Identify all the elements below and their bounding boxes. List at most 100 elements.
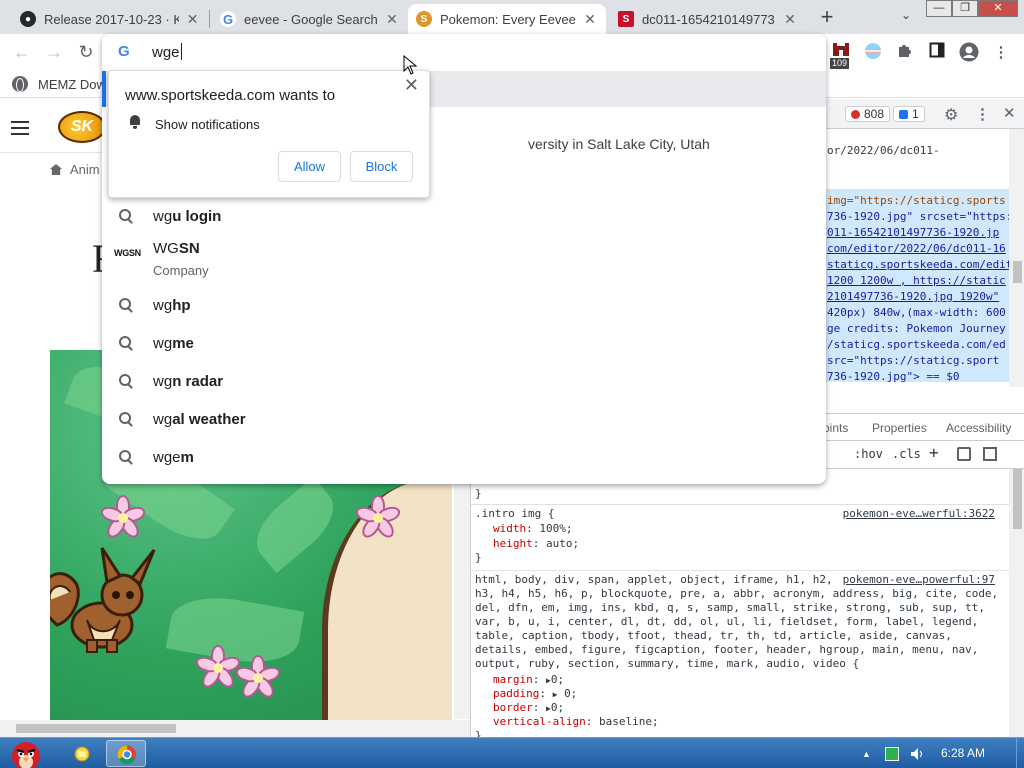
property-name[interactable]: margin [493,673,533,686]
rule-selector[interactable]: html, body, div, span, applet, object, i… [475,573,833,586]
suggestion-item[interactable]: wgal weather [102,400,826,438]
scrollbar-thumb[interactable] [16,724,176,733]
property-name[interactable]: padding [493,687,539,700]
new-tab-button[interactable]: + [815,6,839,30]
code-line[interactable]: 736-1920.jpg" srcset="https: [827,210,1012,223]
tab-accessibility[interactable]: Accessibility [946,421,1011,435]
class-toggle[interactable]: .cls [892,447,921,461]
close-tab-icon[interactable]: ✕ [384,11,400,28]
tab-pokemon-eevee[interactable]: S Pokemon: Every Eevee ✕ [408,4,606,34]
profile-avatar-icon[interactable] [958,42,980,64]
tab-search-chevron-icon[interactable]: ⌄ [896,8,916,28]
rule-selector[interactable]: details, embed, figure, figcaption, foot… [475,643,978,656]
side-panel-icon[interactable] [926,42,948,64]
suggestion-item[interactable]: WGSN WGSN Company [102,234,826,284]
restore-button[interactable]: ❐ [952,0,978,17]
tray-network-icon[interactable] [885,747,899,761]
extension-flag-icon[interactable] [862,42,884,64]
tray-show-hidden-icon[interactable]: ▲ [862,747,876,761]
property-name[interactable]: border [493,701,533,714]
property-value[interactable]: auto; [546,537,579,550]
expand-triangle-icon[interactable]: ▶ [553,690,558,699]
reload-icon[interactable]: ↻ [74,40,98,64]
hover-state-toggle[interactable]: :hov [854,447,883,461]
address-input[interactable]: wge [152,43,182,61]
address-bar[interactable]: G wge [102,34,826,70]
code-line[interactable]: src="https://staticg.sport [827,354,999,367]
page-horizontal-scrollbar[interactable] [0,720,470,737]
taskbar-app-explorer[interactable] [62,740,102,767]
home-icon[interactable] [50,164,62,175]
code-line[interactable]: ge credits: Pokemon Journey [827,322,1006,335]
code-line[interactable]: /staticg.sportskeeda.com/ed [827,338,1006,351]
suggestion-item[interactable]: wghp [102,286,826,324]
tab-google-search[interactable]: G eevee - Google Search ✕ [212,4,408,34]
rule-source-link[interactable]: pokemon-eve…werful:3622 [843,507,995,520]
property-value[interactable]: 0; [551,673,564,686]
styles-scrollbar[interactable] [1009,469,1024,737]
rule-selector[interactable]: h3, h4, h5, h6, p, blockquote, pre, a, a… [475,587,998,600]
forward-arrow-icon[interactable]: → [42,40,66,64]
allow-button[interactable]: Allow [278,151,341,182]
code-line[interactable]: 1200 1200w , https://static [827,274,1006,287]
code-line[interactable]: 011-16542101497736-1920.jp [827,226,999,239]
property-value[interactable]: 100%; [539,522,572,535]
sidebar-toggle-icon[interactable] [983,447,997,461]
code-line[interactable]: com/editor/2022/06/dc011-16 [827,242,1006,255]
tab-event-listeners[interactable]: oints [823,421,848,435]
scrollbar-thumb[interactable] [1013,469,1022,529]
new-rule-button[interactable]: + [929,443,939,462]
property-value[interactable]: baseline; [599,715,659,728]
property-name[interactable]: height [493,537,533,550]
taskbar-clock[interactable]: 6:28 AM [941,746,985,760]
suggestion-item[interactable]: wgme [102,324,826,362]
message-count-badge[interactable]: 1 [893,106,925,122]
close-devtools-icon[interactable]: ✕ [1003,104,1016,122]
property-name[interactable]: vertical-align [493,715,586,728]
start-button-angry-bird-icon[interactable] [2,738,50,768]
rule-selector[interactable]: table, caption, tbody, tfoot, thead, tr,… [475,629,952,642]
property-value[interactable]: 0; [564,687,577,700]
tray-volume-icon[interactable] [910,747,924,761]
code-line[interactable]: or/2022/06/dc011- [827,144,940,157]
close-tab-icon[interactable]: ✕ [185,11,200,28]
suggestion-item[interactable]: wgem [102,438,826,476]
code-line[interactable]: 420px) 840w,(max-width: 600 [827,306,1006,319]
suggestion-item[interactable]: wgn radar [102,362,826,400]
scrollbar-thumb[interactable] [1013,261,1022,283]
sportskeeda-logo[interactable]: SK [58,111,106,143]
settings-gear-icon[interactable]: ⚙ [944,105,958,125]
computed-styles-icon[interactable] [957,447,971,461]
minimize-button[interactable]: — [926,0,952,17]
breadcrumb-item[interactable]: Anim [70,162,100,177]
suggestion-item[interactable]: wgu login [102,197,826,235]
close-icon[interactable]: ✕ [404,75,419,96]
hamburger-menu-icon[interactable] [11,121,29,135]
menu-kebab-icon[interactable]: ⋮ [990,42,1012,64]
tab-dc011-image[interactable]: S dc011-1654210149773 ✕ [610,4,806,34]
rule-selector[interactable]: output, ruby, section, summary, time, ma… [475,657,859,670]
code-line[interactable]: staticg.sportskeeda.com/edit [827,258,1012,271]
rule-source-link[interactable]: pokemon-eve…powerful:97 [843,573,995,586]
code-line[interactable]: 736-1920.jpg"> == $0 [827,370,959,383]
close-window-button[interactable]: ✕ [978,0,1018,17]
extensions-puzzle-icon[interactable] [894,42,916,64]
block-button[interactable]: Block [350,151,413,182]
property-value[interactable]: 0; [551,701,564,714]
taskbar-app-chrome[interactable] [106,740,146,767]
tab-properties[interactable]: Properties [872,421,927,435]
tab-release[interactable]: ● Release 2017-10-23 · Ka ✕ [12,4,208,34]
rule-selector[interactable]: del, dfn, em, img, ins, kbd, q, s, samp,… [475,601,985,614]
code-line[interactable]: img="https://staticg.sports [827,194,1006,207]
close-tab-icon[interactable]: ✕ [582,11,598,28]
back-arrow-icon[interactable]: ← [10,40,34,64]
code-line[interactable]: 2101497736-1920.jpg 1920w" [827,290,999,303]
rule-selector[interactable]: var, b, u, i, center, dl, dt, dd, ol, ul… [475,615,978,628]
rule-selector[interactable]: .intro img { [475,507,554,520]
property-name[interactable]: width [493,522,526,535]
show-desktop-button[interactable] [1016,738,1024,768]
bookmark-memz[interactable]: MEMZ Dow [12,76,106,92]
error-count-badge[interactable]: 808 [845,106,891,122]
elements-scrollbar[interactable] [1009,129,1024,387]
close-tab-icon[interactable]: ✕ [782,11,798,28]
